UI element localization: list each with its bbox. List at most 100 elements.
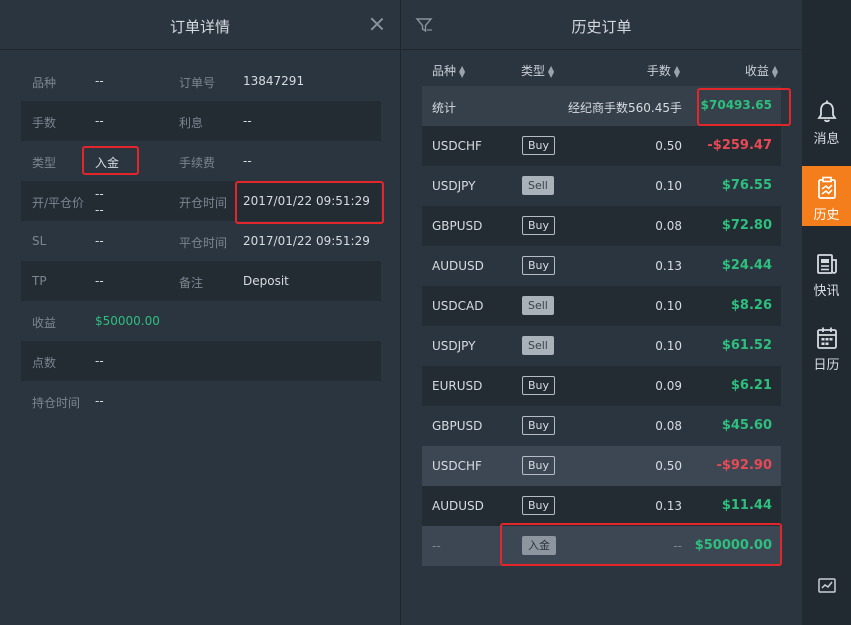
row-profit: $72.80 — [721, 218, 772, 233]
open-time-label: 开仓时间 — [179, 196, 228, 210]
sidebar-item-messages[interactable]: 消息 — [802, 90, 851, 150]
row-symbol: EURUSD — [432, 379, 483, 393]
row-type-badge: Buy — [522, 456, 556, 475]
highlight-box-open-time — [235, 181, 384, 224]
row-lots: 0.50 — [655, 139, 682, 153]
close-time-label: 平仓时间 — [179, 236, 228, 250]
table-row[interactable]: AUDUSD Buy 0.13 $11.44 — [422, 486, 781, 526]
remark-label: 备注 — [179, 276, 204, 290]
row-type-badge: Buy — [522, 256, 556, 275]
symbol-column-header[interactable]: 品种 ▲ ▼ — [432, 62, 465, 79]
row-lots: 0.50 — [655, 459, 682, 473]
sidebar-item-calendar[interactable]: 日历 — [802, 316, 851, 376]
interest-label: 利息 — [179, 116, 204, 130]
row-lots: 0.08 — [655, 219, 682, 233]
table-row[interactable]: USDCHF Buy 0.50 -$259.47 — [422, 126, 781, 166]
row-symbol: GBPUSD — [432, 219, 483, 233]
fee-label: 手续费 — [179, 156, 216, 170]
open-price-value: -- — [95, 187, 104, 201]
row-type-badge: Buy — [522, 496, 556, 515]
open-close-price-label: 开/平仓价 — [32, 196, 85, 210]
sl-value: -- — [95, 234, 104, 248]
tp-label: TP — [32, 274, 47, 288]
highlight-box-type — [82, 146, 139, 175]
type-label: 类型 — [32, 156, 57, 170]
order-details-panel: 订单详情 品种 -- 订单号 13847291 手数 -- 利息 -- 类型 入… — [0, 0, 401, 625]
detail-row-symbol: 品种 -- 订单号 13847291 — [21, 61, 381, 101]
table-row[interactable]: AUDUSD Buy 0.13 $24.44 — [422, 246, 781, 286]
commission-lots: 经纪商手数560.45手 — [568, 101, 682, 115]
row-profit: $61.52 — [721, 338, 772, 353]
order-number-value: 13847291 — [243, 74, 305, 88]
sort-icon: ▲ ▼ — [548, 63, 555, 79]
row-symbol: USDCHF — [432, 139, 482, 153]
symbol-value: -- — [95, 74, 104, 88]
remark-value: Deposit — [243, 274, 289, 288]
row-profit: $8.26 — [730, 298, 772, 313]
sidebar-item-news[interactable]: 快讯 — [802, 242, 851, 302]
table-row[interactable]: USDJPY Sell 0.10 $61.52 — [422, 326, 781, 366]
detail-row-sl: SL -- 平仓时间 2017/01/22 09:51:29 — [21, 221, 381, 261]
close-icon[interactable] — [368, 15, 386, 33]
detail-row-duration: 持仓时间 -- — [21, 381, 381, 421]
row-lots: 0.13 — [655, 259, 682, 273]
row-lots: 0.10 — [655, 299, 682, 313]
chart-icon[interactable] — [818, 577, 836, 595]
table-row[interactable]: USDCAD Sell 0.10 $8.26 — [422, 286, 781, 326]
row-profit: $45.60 — [721, 418, 772, 433]
row-symbol: AUDUSD — [432, 259, 484, 273]
detail-row-profit: 收益 $50000.00 — [21, 301, 381, 341]
row-profit: $11.44 — [721, 498, 772, 513]
highlight-box-deposit-row — [500, 523, 782, 566]
detail-row-type: 类型 入金 手续费 -- — [21, 141, 381, 181]
symbol-label: 品种 — [32, 76, 57, 90]
profit-label: 收益 — [32, 316, 57, 330]
points-label: 点数 — [32, 356, 57, 370]
detail-row-tp: TP -- 备注 Deposit — [21, 261, 381, 301]
table-header: 品种 ▲ ▼ 类型 ▲ ▼ 手数 ▲ ▼ 收益 ▲ ▼ — [422, 50, 781, 86]
profit-value: $50000.00 — [95, 314, 160, 328]
profit-column-header[interactable]: 收益 ▲ ▼ — [745, 62, 778, 79]
row-profit: $76.55 — [721, 178, 772, 193]
lots-header-label: 手数 — [646, 64, 671, 78]
row-type-badge: Buy — [522, 136, 556, 155]
sidebar-item-history[interactable]: 历史 — [802, 166, 851, 226]
type-column-header[interactable]: 类型 ▲ ▼ — [521, 62, 554, 79]
sidebar-item-label: 日历 — [813, 358, 840, 373]
table-row[interactable]: GBPUSD Buy 0.08 $45.60 — [422, 406, 781, 446]
row-symbol: AUDUSD — [432, 499, 484, 513]
tp-value: -- — [95, 274, 104, 288]
sidebar-item-label: 快讯 — [813, 284, 840, 299]
detail-row-points: 点数 -- — [21, 341, 381, 381]
sort-icon: ▲ ▼ — [771, 63, 778, 79]
lots-column-header[interactable]: 手数 ▲ ▼ — [647, 62, 680, 79]
table-row[interactable]: USDJPY Sell 0.10 $76.55 — [422, 166, 781, 206]
sl-label: SL — [32, 234, 47, 248]
table-row[interactable]: USDCHF Buy 0.50 -$92.90 — [422, 446, 781, 486]
row-symbol: GBPUSD — [432, 419, 483, 433]
history-orders-header: 历史订单 — [402, 0, 801, 50]
row-profit: $24.44 — [721, 258, 772, 273]
fee-value: -- — [243, 154, 252, 168]
open-close-price-value: -- -- — [95, 186, 104, 218]
row-type-badge: Sell — [522, 336, 554, 355]
order-details-title: 订单详情 — [169, 18, 230, 36]
row-profit: $6.21 — [730, 378, 772, 393]
close-price-value: -- — [95, 203, 104, 217]
close-time-value: 2017/01/22 09:51:29 — [243, 234, 370, 248]
right-sidebar: 消息 历史 快讯 日历 — [802, 0, 851, 625]
table-row[interactable]: GBPUSD Buy 0.08 $72.80 — [422, 206, 781, 246]
row-lots: 0.13 — [655, 499, 682, 513]
type-header-label: 类型 — [521, 64, 546, 78]
lots-value: -- — [95, 114, 104, 128]
order-details-header: 订单详情 — [0, 0, 400, 50]
calendar-icon — [817, 327, 837, 349]
holding-time-value: -- — [95, 394, 104, 408]
table-row[interactable]: EURUSD Buy 0.09 $6.21 — [422, 366, 781, 406]
holding-time-label: 持仓时间 — [32, 396, 81, 410]
row-lots: 0.08 — [655, 419, 682, 433]
row-profit: -$259.47 — [707, 138, 772, 153]
history-orders-title: 历史订单 — [571, 18, 632, 36]
points-value: -- — [95, 354, 104, 368]
sidebar-item-label: 消息 — [813, 132, 840, 147]
